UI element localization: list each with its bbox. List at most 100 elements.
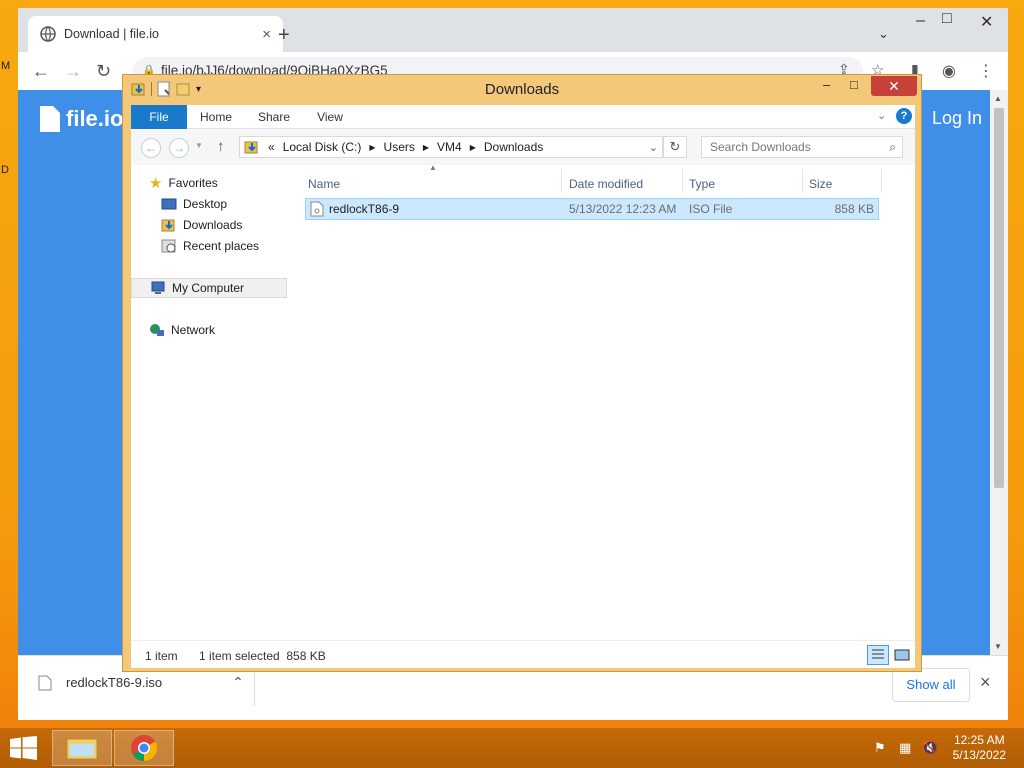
status-bar: 1 item 1 item selected 858 KB xyxy=(131,640,915,668)
nav-network[interactable]: Network xyxy=(149,320,215,340)
recent-places-icon xyxy=(161,239,176,253)
tab-view[interactable]: View xyxy=(309,105,351,129)
nav-downloads[interactable]: Downloads xyxy=(161,215,242,235)
nav-favorites[interactable]: ★ Favorites xyxy=(149,173,218,193)
profile-avatar-icon[interactable]: ◉ xyxy=(942,61,956,81)
file-size: 858 KB xyxy=(834,202,874,216)
page-scrollbar[interactable]: ▲ ▼ xyxy=(990,90,1008,655)
back-button[interactable]: ← xyxy=(141,138,161,158)
divider xyxy=(254,666,255,706)
nav-recent-places[interactable]: Recent places xyxy=(161,236,259,256)
close-icon[interactable]: ✕ xyxy=(980,12,993,32)
search-icon[interactable]: ⌕ xyxy=(889,137,896,157)
minimize-icon[interactable]: – xyxy=(823,77,830,97)
browser-tab[interactable]: Download | file.io × xyxy=(28,16,283,52)
action-center-flag-icon[interactable]: ⚑ xyxy=(874,740,886,756)
help-icon[interactable]: ? xyxy=(896,108,912,124)
folder-icon xyxy=(66,738,98,760)
file-io-logo[interactable]: file.io xyxy=(40,106,123,132)
new-tab-button[interactable]: + xyxy=(278,24,290,47)
volume-muted-icon[interactable]: 🔇 xyxy=(922,740,938,756)
large-icons-view-button[interactable] xyxy=(891,645,913,665)
divider[interactable] xyxy=(561,169,562,193)
tab-search-icon[interactable]: ⌄ xyxy=(878,26,889,42)
breadcrumb-users[interactable]: Users xyxy=(384,140,415,154)
maximize-icon[interactable]: □ xyxy=(850,77,858,97)
maximize-icon[interactable]: □ xyxy=(942,10,952,28)
system-clock[interactable]: 12:25 AM 5/13/2022 xyxy=(953,733,1006,763)
tab-file[interactable]: File xyxy=(131,105,187,129)
file-date-modified: 5/13/2022 12:23 AM xyxy=(569,202,677,216)
file-type: ISO File xyxy=(689,202,733,216)
downloads-folder-icon xyxy=(161,219,175,232)
item-count: 1 item xyxy=(145,649,178,663)
window-title: Downloads xyxy=(484,81,560,98)
desktop-edge-text: D xyxy=(1,164,9,176)
download-file-name: redlockT86-9.iso xyxy=(66,675,163,690)
nav-desktop[interactable]: Desktop xyxy=(161,194,227,214)
address-row: ← → ▼ ↑ « Local Disk (C:) ▶ Users ▶ VM4 … xyxy=(131,129,915,165)
close-icon[interactable]: ✕ xyxy=(871,76,917,96)
breadcrumb-overflow[interactable]: « xyxy=(268,140,275,154)
address-bar[interactable]: « Local Disk (C:) ▶ Users ▶ VM4 ▶ Downlo… xyxy=(239,136,663,158)
column-header-date-modified[interactable]: Date modified xyxy=(569,177,643,191)
forward-icon[interactable]: → xyxy=(64,61,82,82)
column-header-size[interactable]: Size xyxy=(809,177,832,191)
windows-start-icon[interactable] xyxy=(10,736,38,760)
breadcrumb-downloads[interactable]: Downloads xyxy=(484,140,543,154)
globe-icon xyxy=(40,26,56,42)
ribbon-expand-icon[interactable]: ⌄ xyxy=(877,109,886,122)
chrome-icon xyxy=(131,735,158,762)
divider[interactable] xyxy=(682,169,683,193)
refresh-button[interactable]: ↻ xyxy=(663,136,687,158)
login-link[interactable]: Log In xyxy=(932,108,982,129)
column-header-type[interactable]: Type xyxy=(689,177,715,191)
chevron-up-icon[interactable]: ⌃ xyxy=(232,674,244,691)
file-explorer-taskbar-button[interactable] xyxy=(52,730,112,766)
content-area: ★ Favorites Desktop Downloads Recent pla… xyxy=(131,163,915,640)
nav-label: Favorites xyxy=(168,176,218,190)
tab-share[interactable]: Share xyxy=(253,105,295,129)
details-view-button[interactable] xyxy=(867,645,889,665)
breadcrumb-vm4[interactable]: VM4 xyxy=(437,140,462,154)
tab-home[interactable]: Home xyxy=(195,105,237,129)
network-tray-icon[interactable]: ▦ xyxy=(899,740,911,756)
sort-indicator-icon: ▲ xyxy=(429,163,437,172)
nav-label: My Computer xyxy=(172,281,245,295)
folder-download-icon xyxy=(244,141,258,154)
breadcrumb-local-disk[interactable]: Local Disk (C:) xyxy=(283,140,362,154)
chevron-down-icon[interactable]: ⌄ xyxy=(649,141,658,154)
nav-my-computer[interactable]: My Computer xyxy=(131,278,287,298)
network-icon xyxy=(150,324,164,336)
file-row[interactable]: redlockT86-9 5/13/2022 12:23 AM ISO File… xyxy=(305,198,879,220)
search-input[interactable]: Search Downloads ⌕ xyxy=(701,136,903,158)
large-icons-view-icon xyxy=(894,649,910,661)
download-bar-close-icon[interactable]: × xyxy=(980,672,991,693)
recent-locations-icon[interactable]: ▼ xyxy=(195,141,203,150)
nav-label: Downloads xyxy=(183,218,243,232)
scroll-up-icon[interactable]: ▲ xyxy=(994,94,1002,103)
ribbon: File Home Share View ⌄ ? xyxy=(131,105,915,129)
minimize-icon[interactable]: – xyxy=(916,12,925,30)
show-all-button[interactable]: Show all xyxy=(892,668,970,702)
forward-button[interactable]: → xyxy=(169,138,189,158)
divider[interactable] xyxy=(802,169,803,193)
taskbar: ⚑ ▦ 🔇 12:25 AM 5/13/2022 xyxy=(0,728,1024,768)
tab-close-icon[interactable]: × xyxy=(262,26,271,43)
scroll-down-icon[interactable]: ▼ xyxy=(994,642,1002,651)
up-button[interactable]: ↑ xyxy=(217,138,225,155)
title-bar[interactable]: ▾ Downloads – □ ✕ xyxy=(123,75,921,105)
clock-time: 12:25 AM xyxy=(953,733,1005,747)
download-item[interactable]: redlockT86-9.iso ⌃ xyxy=(38,674,244,691)
menu-icon[interactable]: ⋮ xyxy=(978,61,994,81)
back-icon[interactable]: ← xyxy=(32,61,50,82)
clock-date: 5/13/2022 xyxy=(952,748,1006,762)
chrome-taskbar-button[interactable] xyxy=(114,730,174,766)
breadcrumb-separator-icon[interactable]: ▶ xyxy=(423,143,429,152)
breadcrumb-separator-icon[interactable]: ▶ xyxy=(470,143,476,152)
scroll-thumb[interactable] xyxy=(994,108,1004,488)
divider[interactable] xyxy=(881,169,882,193)
column-header-name[interactable]: Name xyxy=(308,177,340,191)
breadcrumb-separator-icon[interactable]: ▶ xyxy=(369,143,375,152)
reload-icon[interactable]: ↻ xyxy=(96,61,111,82)
